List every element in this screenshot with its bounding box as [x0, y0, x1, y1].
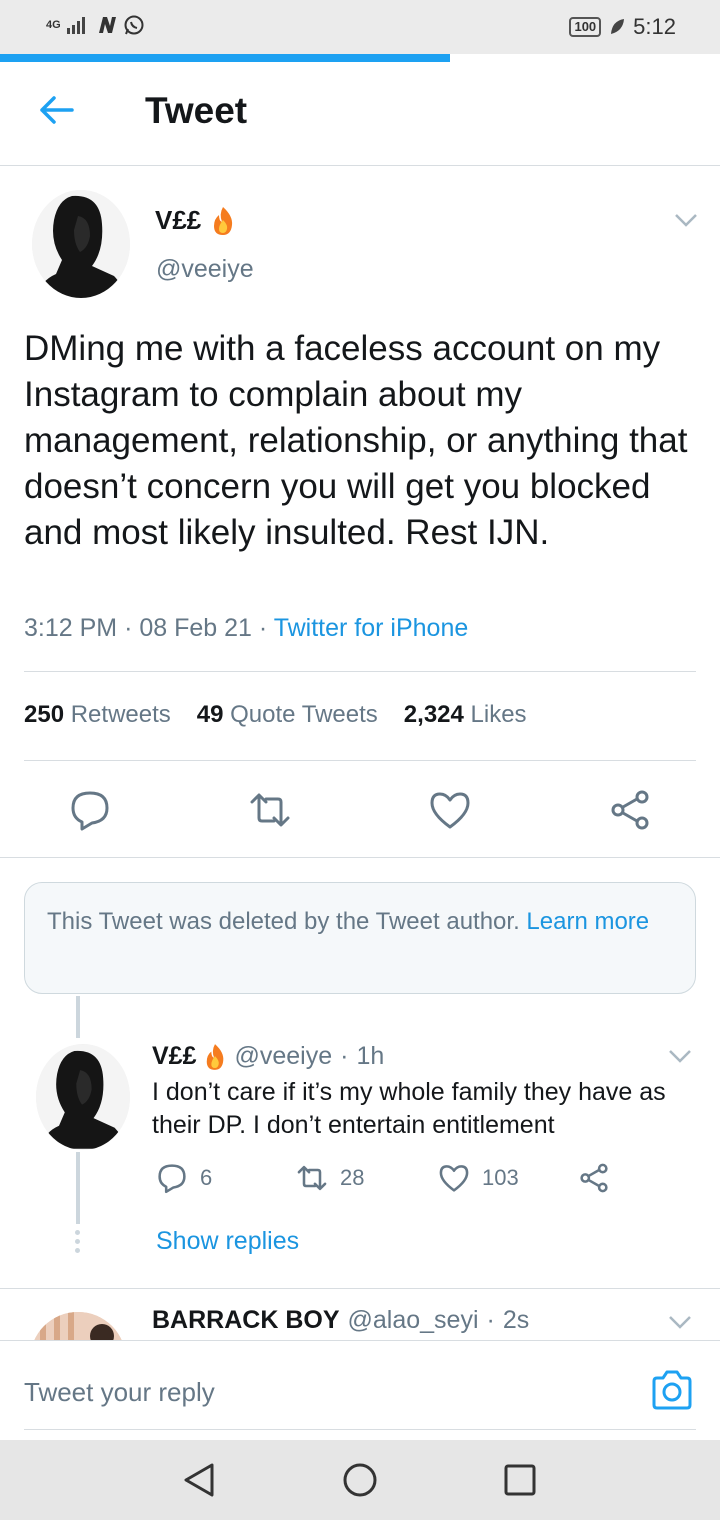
nav-back-icon[interactable]: [182, 1462, 218, 1498]
divider: [0, 1288, 720, 1289]
back-arrow-icon[interactable]: [36, 90, 76, 130]
divider: [24, 671, 696, 672]
divider: [24, 760, 696, 761]
retweets-stat[interactable]: 250 Retweets: [24, 701, 171, 729]
retweet-icon[interactable]: [248, 788, 292, 832]
deleted-tweet-notice: This Tweet was deleted by the Tweet auth…: [24, 882, 696, 994]
author-name-row[interactable]: V££: [155, 205, 235, 236]
chevron-down-icon[interactable]: [668, 1314, 692, 1330]
reply-composer: Tweet your reply: [0, 1340, 720, 1440]
tweet-actions: [0, 788, 720, 832]
reply-icon: [158, 1164, 186, 1194]
reply-input[interactable]: Tweet your reply: [24, 1377, 215, 1408]
page-title: Tweet: [145, 90, 248, 131]
status-bar: 4G 100 5:12: [0, 0, 720, 54]
meta-separator: ·: [258, 614, 274, 642]
reply-retweet-action[interactable]: 28: [296, 1162, 364, 1194]
network-label: 4G: [46, 19, 61, 31]
signal-icon: [66, 17, 85, 34]
reply-actions: 6 28 103: [152, 1162, 622, 1198]
reply-author-name[interactable]: V££: [152, 1042, 196, 1071]
reply-avatar[interactable]: [36, 1044, 130, 1150]
tweet-meta: 3:12 PM · 08 Feb 21 · Twitter for iPhone: [24, 614, 468, 643]
app-header: Tweet: [0, 62, 720, 166]
nav-recents-icon[interactable]: [502, 1462, 538, 1498]
reply-text: I don’t care if it’s my whole family the…: [152, 1078, 666, 1139]
tweet-stats: 250 Retweets 49 Quote Tweets 2,324 Likes: [24, 701, 527, 729]
camera-icon[interactable]: [650, 1369, 694, 1411]
fire-emoji-icon: [214, 206, 233, 235]
likes-count: 2,324: [403, 701, 464, 728]
reply-reply-action[interactable]: 6: [156, 1162, 212, 1194]
share-icon: [580, 1163, 608, 1193]
reply-like-action[interactable]: 103: [438, 1162, 519, 1194]
likes-stat[interactable]: 2,324 Likes: [404, 701, 527, 729]
author-name: V££: [155, 205, 202, 235]
chevron-down-icon[interactable]: [674, 212, 698, 228]
reply-replies-count: 6: [200, 1165, 213, 1190]
share-icon[interactable]: [608, 788, 652, 832]
meta-separator: ·: [340, 1042, 349, 1070]
reply-author-handle[interactable]: @veeiye: [234, 1042, 332, 1071]
reply-time: 1h: [356, 1042, 385, 1070]
author-avatar[interactable]: [32, 190, 130, 298]
like-heart-icon: [439, 1165, 469, 1192]
next-reply-author-name[interactable]: BARRACK BOY: [152, 1306, 340, 1335]
thread-dots: [75, 1230, 81, 1257]
whatsapp-icon: [124, 15, 144, 35]
retweets-label: Retweets: [70, 701, 171, 728]
like-heart-icon[interactable]: [428, 788, 472, 832]
next-reply-header: BARRACK BOY @alao_seyi · 2s: [152, 1306, 529, 1335]
chevron-down-icon[interactable]: [668, 1048, 692, 1064]
loading-progress-fill: [0, 54, 450, 62]
next-reply-time: 2s: [502, 1306, 530, 1334]
next-reply-author-handle[interactable]: @alao_seyi: [348, 1306, 479, 1335]
tweet-date: 08 Feb 21: [139, 614, 252, 642]
composer-underline: [24, 1429, 696, 1430]
meta-separator: ·: [124, 614, 140, 642]
tweet-source-link[interactable]: Twitter for iPhone: [274, 614, 469, 642]
retweets-count: 250: [24, 701, 65, 728]
clock: 5:12: [633, 14, 676, 39]
nav-home-icon[interactable]: [342, 1462, 378, 1498]
deleted-notice-text: This Tweet was deleted by the Tweet auth…: [47, 908, 520, 935]
likes-label: Likes: [470, 701, 527, 728]
status-right: 100 5:12: [569, 14, 676, 40]
reply-share-action[interactable]: [578, 1162, 610, 1194]
system-nav-bar: [0, 1440, 720, 1520]
quote-tweets-stat[interactable]: 49 Quote Tweets: [197, 701, 378, 729]
leaf-icon: [611, 19, 625, 34]
quote-tweets-count: 49: [196, 701, 224, 728]
show-replies-link[interactable]: Show replies: [156, 1227, 299, 1256]
retweet-icon: [297, 1165, 327, 1191]
reply-retweets-count: 28: [340, 1165, 365, 1190]
tweet-text: DMing me with a faceless account on my I…: [24, 329, 688, 552]
tweet-time: 3:12 PM: [24, 614, 118, 642]
reply-icon[interactable]: [68, 788, 112, 832]
fire-emoji-icon: [207, 1043, 224, 1070]
learn-more-link[interactable]: Learn more: [526, 908, 649, 935]
author-handle[interactable]: @veeiye: [156, 255, 254, 284]
meta-separator: ·: [486, 1306, 495, 1334]
divider: [0, 857, 720, 858]
thread-line-top: [76, 996, 80, 1038]
battery-icon: 100: [569, 17, 602, 37]
quote-tweets-label: Quote Tweets: [230, 701, 378, 728]
loading-progress: [0, 54, 720, 62]
reply-likes-count: 103: [482, 1165, 519, 1190]
thread-line-bottom: [76, 1152, 80, 1224]
app-n-icon: [98, 17, 116, 33]
reply-header: V££ @veeiye · 1h: [152, 1042, 384, 1071]
status-left: 4G: [46, 14, 145, 36]
